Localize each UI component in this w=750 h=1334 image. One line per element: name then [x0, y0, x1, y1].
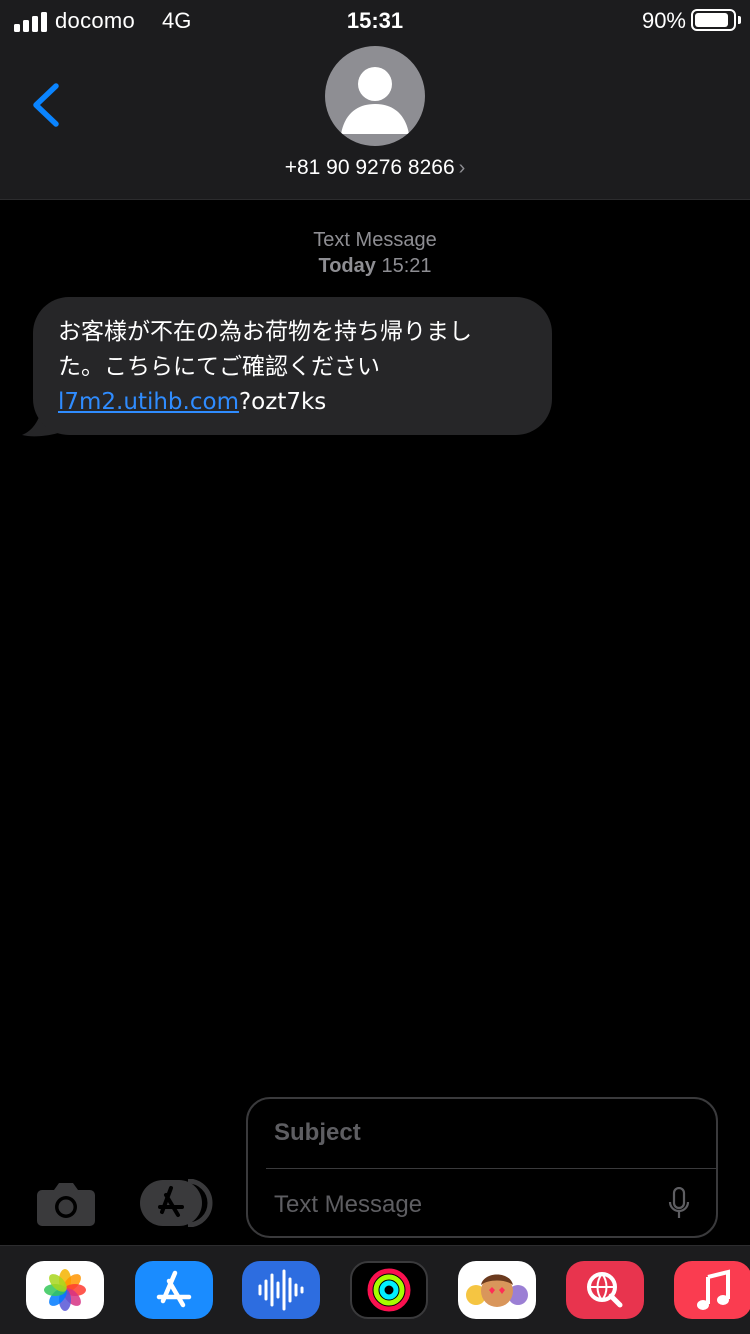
status-time: 15:31	[346, 8, 404, 33]
microphone-icon	[668, 1186, 690, 1218]
message-link-suffix: ?ozt7ks	[238, 389, 327, 415]
memoji-icon	[466, 1274, 528, 1307]
battery-percent: 90%	[641, 8, 686, 33]
subject-input[interactable]: Subject	[274, 1119, 361, 1147]
dock-app-voice-memos[interactable]	[242, 1261, 320, 1319]
message-line-3: l7m2.utihb.com?ozt7ks	[58, 385, 527, 420]
waveform-icon	[258, 1269, 304, 1311]
dock-app-search[interactable]	[566, 1261, 644, 1319]
dictation-button[interactable]	[668, 1186, 690, 1221]
message-link[interactable]: l7m2.utihb.com	[58, 389, 239, 415]
app-drawer-button[interactable]	[138, 1178, 214, 1228]
contact-number-text: +81 90 9276 8266	[284, 156, 455, 179]
camera-icon	[37, 1183, 95, 1226]
music-note-icon	[697, 1269, 730, 1310]
timestamp-time: 15:21	[381, 255, 432, 277]
app-store-icon	[156, 1270, 192, 1308]
chevron-left-icon	[33, 83, 59, 127]
contact-number[interactable]: +81 90 9276 8266 ›	[0, 156, 750, 180]
dock-app-activity[interactable]	[350, 1261, 428, 1319]
person-silhouette-icon	[341, 67, 409, 134]
status-bar: docomo 4G 15:31 90%	[0, 0, 750, 40]
dock-app-music[interactable]	[674, 1261, 750, 1319]
dock-app-memoji[interactable]	[458, 1261, 536, 1319]
service-label: Text Message	[313, 229, 437, 251]
imessage-app-dock	[0, 1245, 750, 1334]
composer-divider	[266, 1168, 716, 1169]
message-line-1: お客様が不在の為お荷物を持ち帰りまし	[58, 319, 472, 345]
incoming-message-bubble[interactable]: お客様が不在の為お荷物を持ち帰りまし た。こちらにてご確認ください l7m2.u…	[33, 297, 552, 435]
activity-rings-icon	[367, 1268, 411, 1312]
timestamp-day: Today	[318, 255, 376, 277]
dock-app-store[interactable]	[135, 1261, 213, 1319]
back-button[interactable]	[22, 78, 72, 132]
camera-button[interactable]	[36, 1180, 96, 1226]
web-search-icon	[587, 1272, 623, 1308]
message-line-2: た。こちらにてご確認ください	[58, 354, 380, 380]
photos-icon	[44, 1269, 86, 1311]
battery-icon	[691, 9, 741, 31]
contact-avatar[interactable]	[325, 46, 425, 146]
app-store-icon	[140, 1178, 213, 1228]
message-composer[interactable]: Subject Text Message	[246, 1097, 718, 1238]
chevron-right-icon: ›	[458, 157, 466, 179]
dock-app-photos[interactable]	[26, 1261, 104, 1319]
message-input[interactable]: Text Message	[274, 1191, 422, 1219]
message-meta: Text Message Today 15:21	[0, 227, 750, 279]
